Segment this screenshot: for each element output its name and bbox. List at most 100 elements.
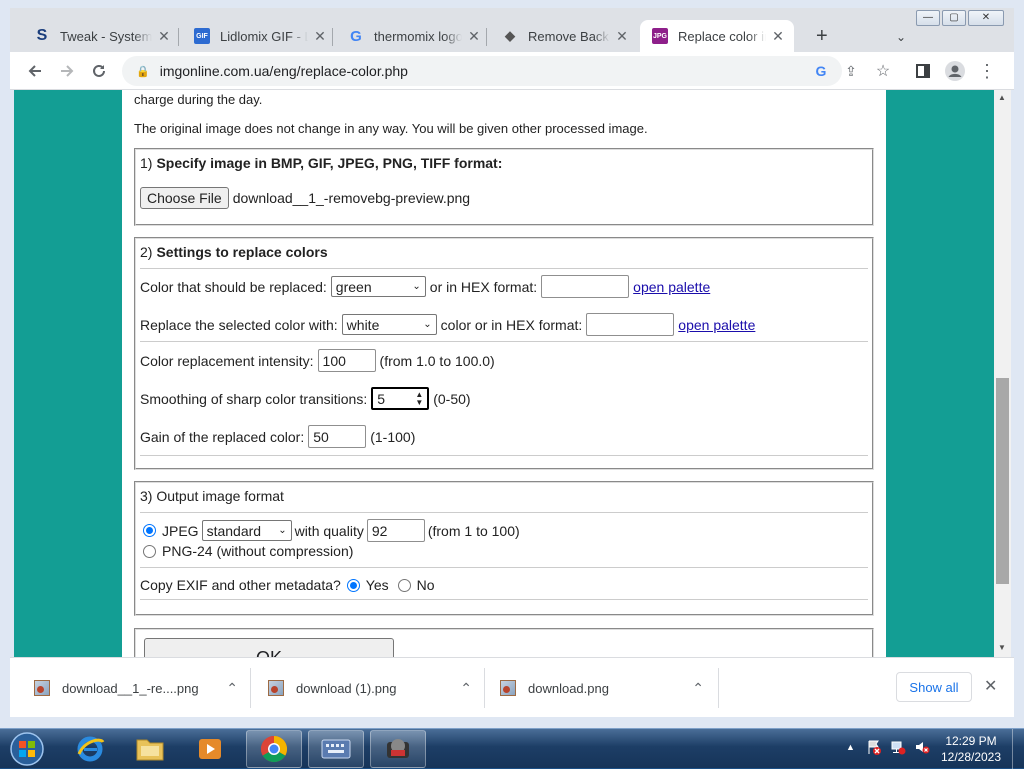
ok-button[interactable]: OK xyxy=(144,638,394,657)
profile-avatar-icon[interactable] xyxy=(944,60,966,82)
gain-label: Gain of the replaced color: xyxy=(140,428,305,445)
exif-label: Copy EXIF and other metadata? xyxy=(140,577,341,593)
scrollbar-thumb[interactable] xyxy=(996,378,1009,584)
tab-remove-background[interactable]: ◆ Remove Backgrou ✕ xyxy=(490,20,638,52)
show-desktop-button[interactable] xyxy=(1012,729,1024,769)
submit-section: OK xyxy=(134,628,874,657)
tab-replace-color[interactable]: JPG Replace color in ✕ xyxy=(640,20,794,52)
hex-format-label-1: or in HEX format: xyxy=(429,278,538,295)
hex-format-label-2: color or in HEX format: xyxy=(440,316,583,333)
png-radio[interactable] xyxy=(143,544,156,558)
tab-close-icon[interactable]: ✕ xyxy=(466,28,482,45)
tab-lidlomix[interactable]: GIF Lidlomix GIF - Li ✕ xyxy=(182,20,336,52)
keyboard-app-icon[interactable] xyxy=(308,730,364,768)
chrome-taskbar-icon[interactable] xyxy=(246,730,302,768)
jpeg-mode-select[interactable]: standard ⌄ xyxy=(201,520,292,541)
open-palette-link-1[interactable]: open palette xyxy=(633,279,710,295)
download-item-1[interactable]: download__1_-re....png ⌃ xyxy=(34,674,238,702)
tab-close-icon[interactable]: ✕ xyxy=(770,28,786,45)
system-clock[interactable]: 12:29 PM 12/28/2023 xyxy=(938,733,1004,765)
chevron-up-icon[interactable]: ⌃ xyxy=(460,680,472,697)
intro-text-line2: The original image does not change in an… xyxy=(134,121,648,136)
scroll-down-icon[interactable]: ▼ xyxy=(998,643,1006,652)
menu-kebab-icon[interactable]: ⋮ xyxy=(976,60,998,82)
installer-app-icon[interactable] xyxy=(370,730,426,768)
maximize-button[interactable]: ▢ xyxy=(942,10,966,26)
tab-title: Remove Backgrou xyxy=(528,28,610,44)
start-button[interactable] xyxy=(2,730,52,768)
forward-arrow-icon[interactable] xyxy=(56,60,78,82)
share-icon[interactable]: ⇪ xyxy=(840,60,862,82)
section-1-title: Specify image in BMP, GIF, JPEG, PNG, TI… xyxy=(156,155,503,171)
gain-input[interactable]: 50 xyxy=(308,425,367,448)
png-label: PNG-24 (without compression) xyxy=(162,543,354,559)
chevron-down-icon: ⌄ xyxy=(412,281,421,292)
close-download-bar-icon[interactable]: ✕ xyxy=(984,676,997,696)
close-window-button[interactable]: ✕ xyxy=(968,10,1004,26)
selected-file-name: download__1_-removebg-preview.png xyxy=(232,190,471,206)
address-bar[interactable]: 🔒 imgonline.com.ua/eng/replace-color.php xyxy=(122,56,842,86)
smoothing-stepper[interactable]: 5 ▲ ▼ xyxy=(371,387,430,410)
taskbar: ▲ 12:29 PM 12/28/2023 xyxy=(0,728,1024,769)
scroll-up-icon[interactable]: ▲ xyxy=(998,93,1006,102)
download-bar: download__1_-re....png ⌃ download (1).pn… xyxy=(10,657,1014,717)
show-all-button[interactable]: Show all xyxy=(896,672,972,702)
jpeg-label: JPEG xyxy=(162,522,199,539)
with-quality-label: with quality xyxy=(294,522,364,539)
tab-search-chevron-icon[interactable]: ⌄ xyxy=(896,30,906,44)
page-scrollbar[interactable]: ▲ ▼ xyxy=(994,90,1011,657)
side-panel-icon[interactable] xyxy=(912,60,934,82)
chevron-down-icon: ⌄ xyxy=(423,319,432,330)
intensity-input[interactable]: 100 xyxy=(317,349,376,372)
chevron-up-icon[interactable]: ⌃ xyxy=(692,680,704,697)
internet-explorer-icon[interactable] xyxy=(62,730,118,768)
bookmark-star-icon[interactable]: ☆ xyxy=(872,60,894,82)
image-file-icon xyxy=(500,680,516,696)
network-icon[interactable] xyxy=(890,739,906,755)
choose-file-button[interactable]: Choose File xyxy=(140,187,229,209)
exif-no-radio[interactable] xyxy=(397,578,411,592)
download-item-3[interactable]: download.png ⌃ xyxy=(500,674,704,702)
section-3-output: 3) Output image format JPEG standard ⌄ wi… xyxy=(134,481,874,616)
google-favicon-icon: G xyxy=(350,27,362,45)
color-replaced-select[interactable]: green ⌄ xyxy=(330,276,426,297)
tab-close-icon[interactable]: ✕ xyxy=(156,28,172,45)
open-palette-link-2[interactable]: open palette xyxy=(678,317,755,333)
action-center-flag-icon[interactable] xyxy=(866,739,882,755)
tab-thermomix[interactable]: G thermomix logo ✕ xyxy=(336,20,490,52)
intro-text-line1: charge during the day. xyxy=(134,92,263,107)
hex-input-1[interactable] xyxy=(541,275,630,298)
section-1-upload: 1) Specify image in BMP, GIF, JPEG, PNG,… xyxy=(134,148,874,226)
browser-window: S Tweak - System T ✕ GIF Lidlomix GIF - … xyxy=(0,0,1024,728)
section-3-title: 3) Output image format xyxy=(140,488,284,504)
file-explorer-icon[interactable] xyxy=(122,730,178,768)
back-arrow-icon[interactable] xyxy=(24,60,46,82)
replace-with-select[interactable]: white ⌄ xyxy=(341,314,437,335)
chevron-up-icon[interactable]: ⌃ xyxy=(226,680,238,697)
hex-input-2[interactable] xyxy=(586,313,675,336)
tab-title: Tweak - System T xyxy=(60,28,152,44)
clock-time: 12:29 PM xyxy=(945,734,997,748)
quality-input[interactable]: 92 xyxy=(366,519,425,542)
volume-muted-icon[interactable] xyxy=(914,739,930,755)
minimize-button[interactable]: — xyxy=(916,10,940,26)
new-tab-button[interactable]: + xyxy=(816,26,828,46)
image-file-icon xyxy=(268,680,284,696)
jpeg-radio[interactable] xyxy=(143,524,156,537)
section-2-settings: 2) Settings to replace colors Color that… xyxy=(134,237,874,470)
download-name-3: download.png xyxy=(528,680,609,696)
google-lens-icon[interactable]: G xyxy=(810,60,832,82)
exif-yes-radio[interactable] xyxy=(346,578,360,592)
tab-tweak[interactable]: S Tweak - System T ✕ xyxy=(22,20,180,52)
lock-icon[interactable]: 🔒 xyxy=(136,65,150,78)
image-file-icon xyxy=(34,680,50,696)
download-item-2[interactable]: download (1).png ⌃ xyxy=(268,674,472,702)
tab-close-icon[interactable]: ✕ xyxy=(614,28,630,45)
smoothing-label: Smoothing of sharp color transitions: xyxy=(140,390,368,407)
media-player-icon[interactable] xyxy=(182,730,238,768)
tab-close-icon[interactable]: ✕ xyxy=(312,28,328,45)
tray-expand-icon[interactable]: ▲ xyxy=(846,742,855,752)
intensity-range: (from 1.0 to 100.0) xyxy=(379,352,495,369)
download-name-1: download__1_-re....png xyxy=(62,680,199,696)
reload-icon[interactable] xyxy=(88,60,110,82)
